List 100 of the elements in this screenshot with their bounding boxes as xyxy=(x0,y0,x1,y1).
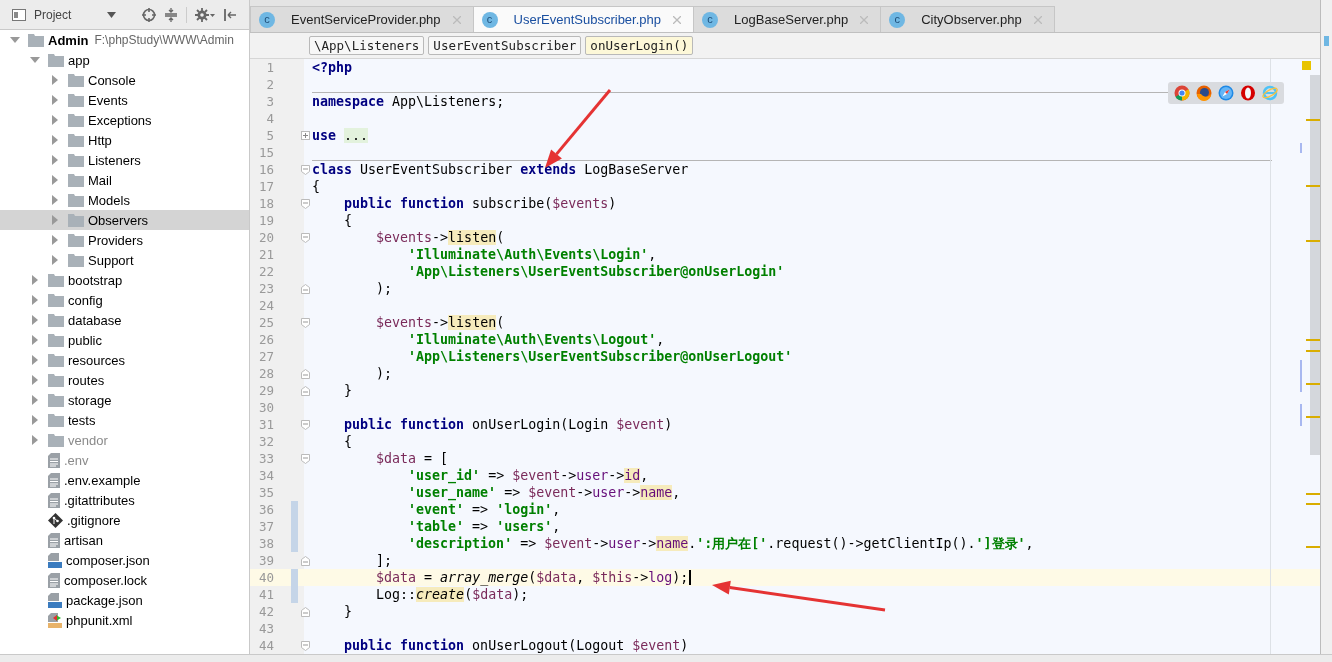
settings-icon[interactable] xyxy=(195,7,216,22)
panel-title[interactable]: Project xyxy=(34,7,72,22)
tree-item[interactable]: Models xyxy=(0,190,249,210)
change-marker[interactable] xyxy=(291,586,298,603)
breadcrumb[interactable]: UserEventSubscriber xyxy=(428,36,582,55)
expand-arrow-icon[interactable] xyxy=(30,335,40,345)
code-line: 'user_name' => $event->user->name, xyxy=(407,485,681,500)
text-file-icon xyxy=(48,452,60,468)
tree-item[interactable]: resources xyxy=(0,350,249,370)
tree-item[interactable]: .gitattributes xyxy=(0,490,249,510)
tree-item[interactable]: Providers xyxy=(0,230,249,250)
fold-end-icon[interactable] xyxy=(300,555,310,566)
fold-end-icon[interactable] xyxy=(300,606,310,617)
editor-tab[interactable]: c UserEventSubscriber.php xyxy=(472,6,694,32)
expand-fold-icon[interactable] xyxy=(300,131,310,140)
expand-arrow-icon[interactable] xyxy=(30,355,40,365)
tree-item[interactable]: storage xyxy=(0,390,249,410)
expand-arrow-icon[interactable] xyxy=(50,195,60,205)
expand-arrow-icon[interactable] xyxy=(50,95,60,105)
line-number: 5 xyxy=(265,128,274,143)
change-marker[interactable] xyxy=(291,569,298,586)
tree-item[interactable]: bootstrap xyxy=(0,270,249,290)
tree-item[interactable]: package.json xyxy=(0,590,249,610)
fold-icon[interactable] xyxy=(300,453,310,464)
tree-item[interactable]: Listeners xyxy=(0,150,249,170)
code-line: { xyxy=(343,434,353,449)
fold-icon[interactable] xyxy=(300,317,310,328)
expand-arrow-icon[interactable] xyxy=(30,435,40,445)
expand-arrow-icon[interactable] xyxy=(50,115,60,125)
tree-item[interactable]: phpunit.xml xyxy=(0,610,249,630)
expand-arrow-icon[interactable] xyxy=(50,215,60,225)
expand-arrow-icon[interactable] xyxy=(50,255,60,265)
change-marker[interactable] xyxy=(291,535,298,552)
expand-arrow-icon[interactable] xyxy=(30,415,40,425)
fold-end-icon[interactable] xyxy=(300,385,310,396)
line-number: 40 xyxy=(257,570,274,585)
expand-arrow-icon[interactable] xyxy=(30,395,40,405)
tree-item[interactable]: public xyxy=(0,330,249,350)
expand-arrow-icon[interactable] xyxy=(50,75,60,85)
expand-arrow-icon[interactable] xyxy=(50,235,60,245)
hide-panel-icon[interactable] xyxy=(223,7,238,22)
target-icon[interactable] xyxy=(142,7,157,22)
collapse-all-icon[interactable] xyxy=(164,7,179,22)
text-cursor xyxy=(689,570,691,585)
breadcrumb[interactable]: onUserLogin() xyxy=(585,36,694,55)
collapse-arrow-icon[interactable] xyxy=(30,55,40,65)
code-line: 'user_id' => $event->user->id, xyxy=(407,468,649,483)
tree-item[interactable]: tests xyxy=(0,410,249,430)
fold-icon[interactable] xyxy=(300,164,310,175)
tree-item[interactable]: Support xyxy=(0,250,249,270)
fold-icon[interactable] xyxy=(300,232,310,243)
tree-item[interactable]: app xyxy=(0,50,249,70)
change-marker[interactable] xyxy=(291,501,298,518)
close-icon[interactable] xyxy=(673,15,681,24)
class-icon: c xyxy=(889,11,906,28)
expand-arrow-icon[interactable] xyxy=(50,175,60,185)
browser-icon[interactable] xyxy=(1174,85,1190,101)
breadcrumb[interactable]: \App\Listeners xyxy=(309,36,425,55)
dropdown-caret-icon[interactable] xyxy=(107,11,117,18)
fold-icon[interactable] xyxy=(300,419,310,430)
browser-icon[interactable] xyxy=(1196,85,1212,101)
tree-item[interactable]: database xyxy=(0,310,249,330)
editor-tab[interactable]: c EventServiceProvider.php xyxy=(250,6,474,32)
tree-item[interactable]: artisan xyxy=(0,530,249,550)
tree-item[interactable]: .env.example xyxy=(0,470,249,490)
tree-item[interactable]: Http xyxy=(0,130,249,150)
folder-icon xyxy=(68,253,84,267)
browser-icon[interactable] xyxy=(1218,85,1234,101)
fold-icon[interactable] xyxy=(300,640,310,651)
expand-arrow-icon[interactable] xyxy=(30,295,40,305)
tree-item[interactable]: .env xyxy=(0,450,249,470)
expand-arrow-icon[interactable] xyxy=(50,135,60,145)
tree-item[interactable]: composer.json xyxy=(0,550,249,570)
editor-tab[interactable]: c LogBaseServer.php xyxy=(693,6,882,32)
text-file-icon xyxy=(48,532,60,548)
browser-icon[interactable] xyxy=(1240,85,1256,101)
tree-item[interactable]: routes xyxy=(0,370,249,390)
tree-item[interactable]: composer.lock xyxy=(0,570,249,590)
folder-icon xyxy=(68,213,84,227)
tree-item[interactable]: Mail xyxy=(0,170,249,190)
tree-item[interactable]: vendor xyxy=(0,430,249,450)
tree-item[interactable]: Admin F:\phpStudy\WWW\Admin xyxy=(0,30,249,50)
expand-arrow-icon[interactable] xyxy=(30,375,40,385)
collapse-arrow-icon[interactable] xyxy=(10,35,20,45)
code-line: class UserEventSubscriber extends LogBaseServer xyxy=(312,162,689,177)
expand-arrow-icon[interactable] xyxy=(30,315,40,325)
fold-icon[interactable] xyxy=(300,198,310,209)
editor-tab[interactable]: c CityObserver.php xyxy=(880,6,1055,32)
tree-item[interactable]: Console xyxy=(0,70,249,90)
fold-end-icon[interactable] xyxy=(300,283,310,294)
tree-item[interactable]: Events xyxy=(0,90,249,110)
code-line: 'Illuminate\Auth\Events\Login', xyxy=(407,247,657,262)
tree-item[interactable]: .gitignore xyxy=(0,510,249,530)
tree-item[interactable]: Observers xyxy=(0,210,249,230)
expand-arrow-icon[interactable] xyxy=(50,155,60,165)
git-icon xyxy=(48,512,63,528)
fold-end-icon[interactable] xyxy=(300,368,310,379)
tree-item[interactable]: config xyxy=(0,290,249,310)
expand-arrow-icon[interactable] xyxy=(30,275,40,285)
tree-item[interactable]: Exceptions xyxy=(0,110,249,130)
